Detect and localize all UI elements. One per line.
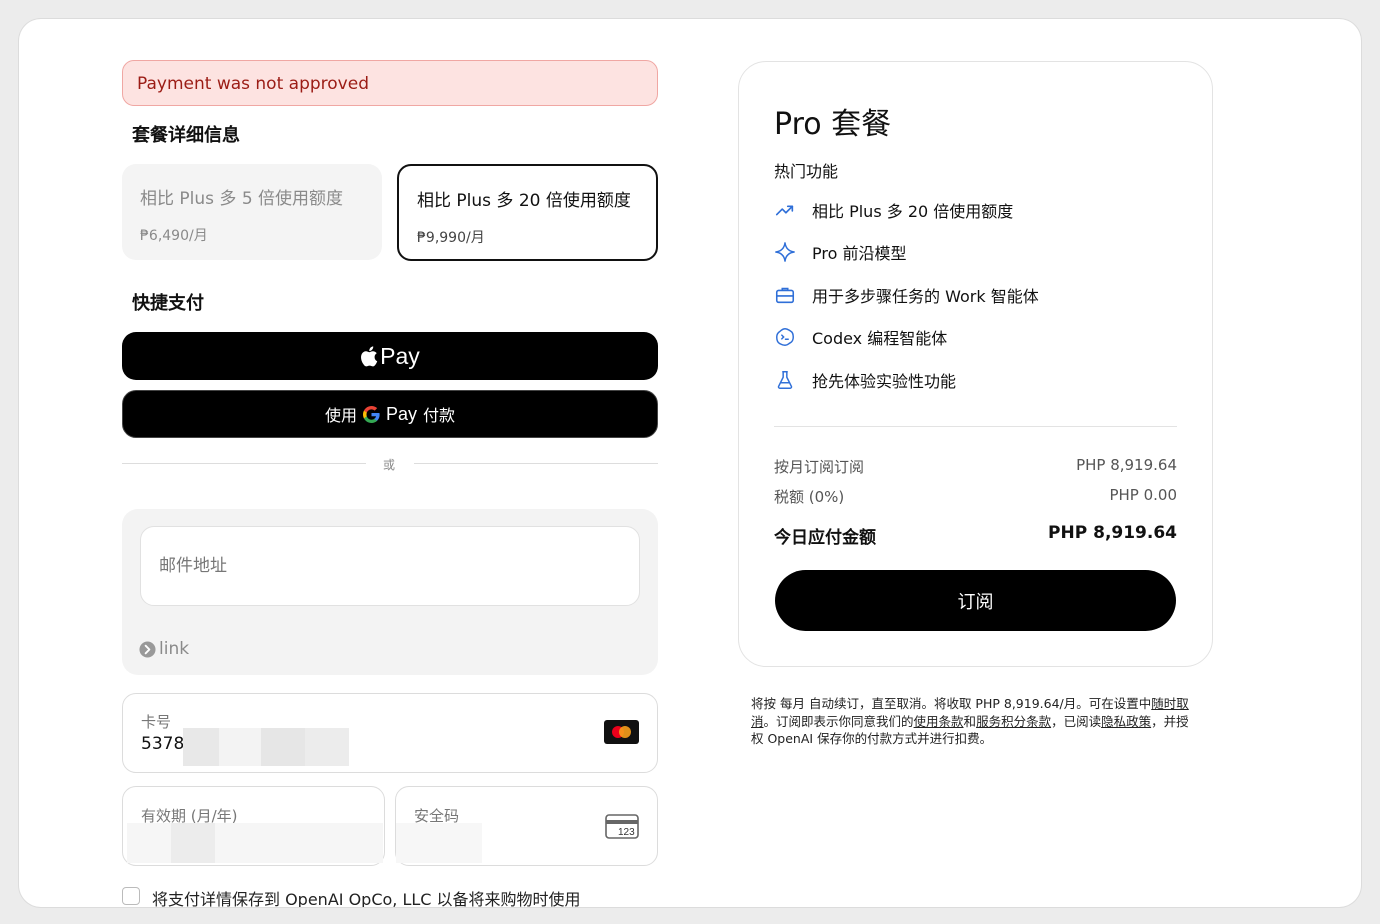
plan-option-name: 相比 Plus 多 5 倍使用额度 xyxy=(140,189,344,209)
legal-notice: 将按 每月 自动续订，直至取消。将收取 PHP 8,919.64/月。可在设置中… xyxy=(751,695,1201,748)
card-number-value: 5378 xyxy=(141,734,185,754)
apple-logo-icon xyxy=(361,345,378,366)
card-number-field[interactable]: 卡号 5378 xyxy=(122,693,658,773)
link-label: link xyxy=(159,639,190,659)
total-value: PHP 8,919.64 xyxy=(1048,523,1177,543)
express-checkout-title: 快捷支付 xyxy=(132,293,204,314)
or-divider-left xyxy=(122,463,366,464)
order-summary-card: Pro 套餐 热门功能 相比 Plus 多 20 倍使用额度 Pro 前沿模型 … xyxy=(738,61,1213,667)
monthly-label: 按月订阅订阅 xyxy=(774,458,865,476)
briefcase-icon xyxy=(775,287,795,304)
plan-option-name: 相比 Plus 多 20 倍使用额度 xyxy=(417,191,631,211)
redacted-block xyxy=(127,823,383,863)
expiry-field[interactable]: 有效期 (月/年) xyxy=(122,786,385,866)
redacted-block xyxy=(219,728,261,766)
feature-item: Pro 前沿模型 xyxy=(774,240,906,264)
feature-label: 抢先体验实验性功能 xyxy=(812,372,957,391)
legal-text: 。订阅即表示你同意我们的 xyxy=(763,713,914,729)
checkout-window: Payment was not approved 套餐详细信息 相比 Plus … xyxy=(19,19,1361,907)
tax-label: 税额 (0%) xyxy=(774,488,845,506)
card-number-label: 卡号 xyxy=(141,713,172,731)
email-input[interactable]: 邮件地址 xyxy=(140,526,640,606)
apple-pay-label: Pay xyxy=(380,342,420,369)
plan-title: Pro 套餐 xyxy=(774,107,892,142)
redacted-block xyxy=(305,728,349,766)
error-banner: Payment was not approved xyxy=(122,60,658,106)
google-pay-button[interactable]: 使用 Pay 付款 xyxy=(122,390,658,438)
gpay-word: Pay xyxy=(385,403,418,424)
plan-option-price: ₱6,490/月 xyxy=(140,228,208,244)
cvc-field[interactable]: 安全码 123 xyxy=(395,786,658,866)
feature-item: Codex 编程智能体 xyxy=(774,325,947,349)
features-title: 热门功能 xyxy=(774,162,839,181)
cvc-icon-text: 123 xyxy=(618,827,635,838)
flask-icon xyxy=(777,371,793,389)
trending-up-icon xyxy=(775,205,794,216)
summary-divider xyxy=(774,426,1177,427)
feature-label: 相比 Plus 多 20 倍使用额度 xyxy=(812,202,1014,221)
feature-label: Pro 前沿模型 xyxy=(812,244,907,263)
feature-label: Codex 编程智能体 xyxy=(812,329,948,348)
plan-option-20x[interactable]: 相比 Plus 多 20 倍使用额度 ₱9,990/月 xyxy=(397,164,658,261)
redacted-block xyxy=(171,823,215,863)
mastercard-icon xyxy=(604,720,639,744)
google-g-icon xyxy=(362,405,380,423)
tax-row: 税额 (0%) PHP 0.00 xyxy=(774,486,1177,507)
legal-text: 将按 每月 自动续订，直至取消。将收取 PHP 8,919.64/月。可在设置中 xyxy=(751,696,1152,711)
redacted-block xyxy=(396,823,482,863)
link-logo-icon xyxy=(139,640,156,658)
plan-option-5x[interactable]: 相比 Plus 多 5 倍使用额度 ₱6,490/月 xyxy=(122,164,382,260)
save-details-checkbox[interactable] xyxy=(122,887,140,905)
tax-value: PHP 0.00 xyxy=(1109,486,1177,504)
total-row: 今日应付金额 PHP 8,919.64 xyxy=(774,523,1177,548)
subscribe-label: 订阅 xyxy=(957,591,994,613)
redacted-block xyxy=(261,728,305,766)
email-section: 邮件地址 link xyxy=(122,509,658,675)
or-label: 或 xyxy=(383,458,396,472)
email-placeholder: 邮件地址 xyxy=(159,556,227,576)
subscribe-button[interactable]: 订阅 xyxy=(775,570,1176,631)
monthly-row: 按月订阅订阅 PHP 8,919.64 xyxy=(774,456,1177,477)
plan-details-title: 套餐详细信息 xyxy=(132,125,240,146)
privacy-link[interactable]: 隐私政策 xyxy=(1101,714,1151,729)
feature-item: 用于多步骤任务的 Work 智能体 xyxy=(774,283,1039,307)
feature-item: 抢先体验实验性功能 xyxy=(774,368,956,392)
total-label: 今日应付金额 xyxy=(774,528,876,548)
codex-icon xyxy=(776,328,794,346)
points-terms-link[interactable]: 服务积分条款 xyxy=(976,714,1051,729)
apple-pay-button[interactable]: Pay xyxy=(122,332,658,380)
legal-text: ，已阅读 xyxy=(1051,713,1102,729)
feature-label: 用于多步骤任务的 Work 智能体 xyxy=(812,287,1039,306)
link-badge[interactable]: link xyxy=(139,639,189,659)
gpay-prefix: 使用 xyxy=(324,406,357,425)
plan-option-price: ₱9,990/月 xyxy=(417,230,485,246)
or-divider-right xyxy=(414,463,658,464)
sparkle-icon xyxy=(775,242,795,262)
legal-text: 和 xyxy=(963,713,977,729)
monthly-value: PHP 8,919.64 xyxy=(1076,456,1177,474)
terms-link[interactable]: 使用条款 xyxy=(914,714,964,729)
redacted-block xyxy=(183,728,219,766)
save-details-label: 将支付详情保存到 OpenAI OpCo, LLC 以备将来购物时使用 xyxy=(152,890,581,907)
cvc-card-icon: 123 xyxy=(605,814,639,839)
gpay-suffix: 付款 xyxy=(423,406,456,425)
error-message: Payment was not approved xyxy=(137,74,369,94)
feature-item: 相比 Plus 多 20 倍使用额度 xyxy=(774,198,1013,222)
